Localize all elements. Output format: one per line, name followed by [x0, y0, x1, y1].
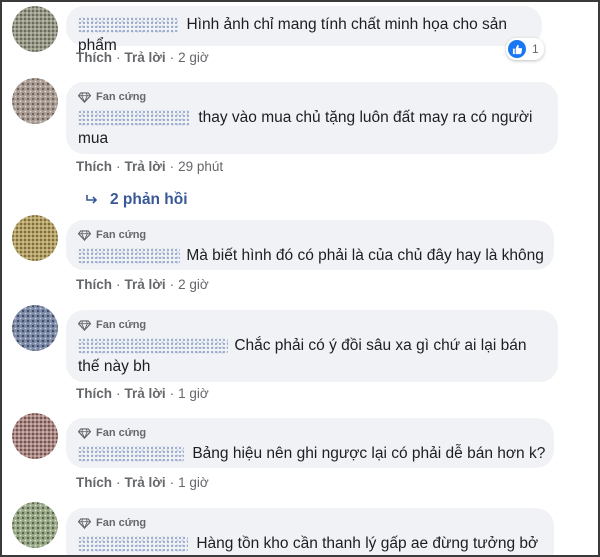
diamond-icon [78, 319, 91, 331]
fan-badge: Fan cứng [78, 426, 542, 440]
reaction-count-label: 1 [532, 42, 539, 56]
like-action[interactable]: Thích [76, 159, 112, 174]
comment-bubble: Fan cứng Bảng hiệu nên ghi ngược lại có … [66, 418, 554, 468]
fan-badge: Fan cứng [78, 90, 546, 104]
reply-action[interactable]: Trả lời [125, 159, 166, 174]
timestamp[interactable]: 1 giờ [178, 475, 209, 490]
comment-bubble: Fan cứng Chắc phải có ý đồi sâu xa gì ch… [66, 310, 558, 382]
comment-bubble: Fan cứng Mà biết hình đó có phải là của … [66, 220, 554, 270]
comment-actions: Thích · Trả lời · 29 phút [76, 159, 224, 174]
avatar[interactable] [12, 413, 58, 459]
diamond-icon [78, 229, 91, 241]
comment-text: Bảng hiệu nên ghi ngược lại có phải dễ b… [192, 445, 546, 462]
fan-badge: Fan cứng [78, 228, 542, 242]
author-name-blurred[interactable] [78, 535, 188, 552]
comment-actions: Thích · Trả lời · 1 giờ [76, 386, 209, 401]
comment-bubble: Hình ảnh chỉ mang tính chất minh họa cho… [66, 6, 542, 54]
comment-bubble: Fan cứng Hàng tồn kho cần thanh lý gấp a… [66, 508, 554, 555]
reply-action[interactable]: Trả lời [125, 277, 166, 292]
avatar[interactable] [12, 305, 58, 351]
comment-actions: Thích · Trả lời · 1 giờ [76, 475, 209, 490]
author-name-blurred[interactable] [78, 16, 178, 33]
like-action[interactable]: Thích [76, 386, 112, 401]
comment-text: Hàng tồn kho cần thanh lý gấp ae đừng tư… [196, 535, 539, 552]
avatar[interactable] [12, 502, 58, 548]
like-action[interactable]: Thích [76, 50, 112, 65]
comment-thread: Hình ảnh chỉ mang tính chất minh họa cho… [0, 0, 600, 557]
like-action[interactable]: Thích [76, 277, 112, 292]
avatar[interactable] [12, 6, 58, 52]
diamond-icon [78, 427, 91, 439]
author-name-blurred[interactable] [78, 445, 184, 462]
fan-badge: Fan cứng [78, 318, 546, 332]
timestamp[interactable]: 2 giờ [178, 50, 209, 65]
comment-actions: Thích · Trả lời · 2 giờ [76, 277, 209, 292]
reply-action[interactable]: Trả lời [125, 386, 166, 401]
diamond-icon [78, 91, 91, 103]
comment-bubble: Fan cứng thay vào mua chủ tặng luôn đất … [66, 82, 558, 154]
view-replies-link[interactable]: 2 phản hồi [86, 191, 188, 209]
fan-badge: Fan cứng [78, 516, 542, 530]
reply-arrow-icon [86, 195, 98, 204]
reply-action[interactable]: Trả lời [125, 50, 166, 65]
timestamp[interactable]: 29 phút [178, 159, 223, 174]
reply-action[interactable]: Trả lời [125, 475, 166, 490]
timestamp[interactable]: 1 giờ [178, 386, 209, 401]
author-name-blurred[interactable] [78, 337, 228, 354]
like-action[interactable]: Thích [76, 475, 112, 490]
diamond-icon [78, 517, 91, 529]
author-name-blurred[interactable] [78, 109, 190, 126]
reaction-count[interactable]: 1 [506, 38, 544, 60]
comment-text: Mà biết hình đó có phải là của chủ đây h… [186, 247, 544, 264]
author-name-blurred[interactable] [78, 247, 180, 264]
timestamp[interactable]: 2 giờ [178, 277, 209, 292]
avatar[interactable] [12, 78, 58, 124]
comment-actions: Thích · Trả lời · 2 giờ [76, 50, 209, 65]
like-reaction-icon [508, 40, 526, 58]
avatar[interactable] [12, 215, 58, 261]
